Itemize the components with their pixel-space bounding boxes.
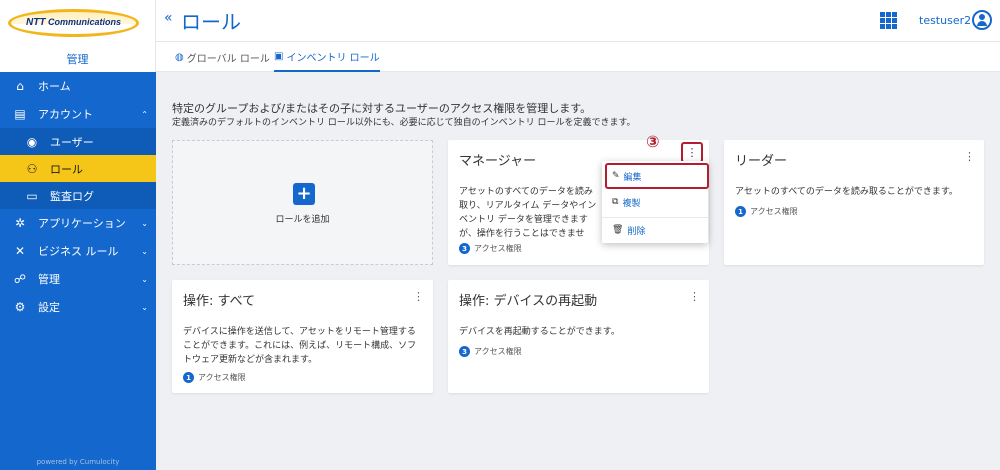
access-count: 3 アクセス権限 (459, 346, 522, 357)
sidebar-item-label: アカウント (38, 108, 93, 121)
globe-icon: ◍ (175, 51, 184, 63)
sidebar-item-label: ロール (50, 162, 83, 176)
role-actions-menu: ✎ 編集 ⧉ 複製 🗑 削除 (602, 161, 709, 243)
accounts-icon: ▤ (14, 107, 26, 121)
sidebar-item-settings[interactable]: ⚙ 設定 ⌄ (0, 293, 156, 321)
access-count-badge: 3 (459, 243, 470, 254)
highlight-box (605, 163, 709, 189)
access-count-badge: 1 (735, 206, 746, 217)
sidebar-item-home[interactable]: ⌂ ホーム (0, 72, 156, 100)
chevron-up-icon: ⌃ (141, 109, 148, 119)
sidebar-item-management[interactable]: ☍ 管理 ⌄ (0, 265, 156, 293)
more-options-icon[interactable]: ⋮ (689, 290, 700, 303)
accounts-submenu: ◉ ユーザー ⚇ ロール ▭ 監査ログ (0, 128, 156, 209)
sidebar-item-label: アプリケーション (38, 217, 126, 230)
sidebar-item-roles[interactable]: ⚇ ロール (0, 155, 156, 182)
sidebar-item-applications[interactable]: ✲ アプリケーション ⌄ (0, 209, 156, 237)
access-label: アクセス権限 (474, 347, 522, 356)
chevron-down-icon: ⌄ (141, 218, 148, 228)
tab-inventory-roles[interactable]: ▣ インベントリ ロール (274, 42, 380, 72)
roles-icon: ⚇ (26, 161, 38, 176)
role-title: リーダー (735, 154, 788, 169)
top-header: « ロール testuser2 (156, 0, 1000, 42)
access-count: 3 アクセス権限 (459, 243, 522, 254)
tab-label: インベントリ ロール (286, 52, 380, 64)
access-count-badge: 1 (183, 372, 194, 383)
app-section-label: 管理 (66, 53, 89, 66)
role-title: マネージャー (459, 154, 537, 169)
settings-icon: ⚙ (14, 300, 26, 314)
more-options-icon[interactable]: ⋮ (681, 142, 703, 163)
brand-logo-text: NTT Communications (26, 17, 121, 28)
sidebar-item-users[interactable]: ◉ ユーザー (0, 128, 156, 155)
management-icon: ☍ (13, 272, 27, 286)
menu-item-copy[interactable]: ⧉ 複製 (602, 189, 708, 215)
role-card-operations-all: 操作: すべて ⋮ デバイスに操作を送信して、アセットをリモート管理することがで… (172, 280, 433, 393)
main-content: 特定のグループおよび/またはその子に対するユーザーのアクセス権限を管理します。 … (156, 72, 1000, 470)
chevron-down-icon: ⌄ (141, 302, 148, 312)
copy-icon: ⧉ (612, 197, 619, 207)
tab-label: グローバル ロール (186, 53, 270, 65)
role-description: デバイスを再起動することができます。 (459, 327, 620, 337)
brand-logo[interactable]: NTT Communications (8, 9, 139, 37)
tab-bar: ◍ グローバル ロール ▣ インベントリ ロール (156, 42, 1000, 72)
id-card-icon: ▣ (274, 50, 284, 62)
menu-item-label: 削除 (627, 226, 646, 237)
access-label: アクセス権限 (474, 244, 522, 253)
sidebar-item-audit-log[interactable]: ▭ 監査ログ (0, 182, 156, 209)
chevron-down-icon: ⌄ (141, 274, 148, 284)
audit-log-icon: ▭ (26, 188, 38, 203)
business-rules-icon: ✕ (14, 244, 26, 258)
user-account-icon[interactable] (972, 10, 992, 30)
collapse-sidebar-button[interactable]: « (164, 10, 173, 26)
sidebar-item-accounts[interactable]: ▤ アカウント ⌃ (0, 100, 156, 128)
sidebar-item-label: ビジネス ルール (38, 245, 119, 258)
access-label: アクセス権限 (198, 373, 246, 382)
role-card-operations-restart: 操作: デバイスの再起動 ⋮ デバイスを再起動することができます。 3 アクセス… (448, 280, 709, 393)
sidebar: NTT Communications 管理 ⌂ ホーム ▤ アカウント ⌃ ◉ … (0, 0, 156, 470)
trash-icon: 🗑 (612, 225, 624, 235)
user-icon: ◉ (26, 134, 38, 149)
add-role-card[interactable]: + ロールを追加 (172, 140, 433, 265)
role-title: 操作: デバイスの再起動 (459, 294, 598, 309)
access-label: アクセス権限 (750, 207, 798, 216)
chevron-down-icon: ⌄ (141, 246, 148, 256)
page-description: 特定のグループおよび/またはその子に対するユーザーのアクセス権限を管理します。 (172, 102, 592, 115)
role-card-reader: リーダー ⋮ アセットのすべてのデータを読み取ることができます。 1 アクセス権… (724, 140, 984, 265)
sidebar-item-label: 管理 (38, 273, 60, 286)
role-description: アセットのすべてのデータを読み取り、リアルタイム データやインベントリ データを… (459, 187, 597, 239)
access-count-badge: 3 (459, 346, 470, 357)
username[interactable]: testuser2 (919, 14, 971, 27)
role-description: アセットのすべてのデータを読み取ることができます。 (735, 187, 958, 197)
sidebar-item-label: ユーザー (50, 135, 94, 149)
role-title: 操作: すべて (183, 294, 256, 309)
page-title: ロール (181, 10, 241, 34)
sidebar-item-business-rules[interactable]: ✕ ビジネス ルール ⌄ (0, 237, 156, 265)
powered-by-footer: powered by Cumulocity (36, 458, 120, 466)
applications-icon: ✲ (14, 216, 26, 230)
plus-icon: + (293, 183, 315, 205)
sidebar-item-label: 設定 (38, 301, 60, 314)
logo-area: NTT Communications 管理 (0, 0, 156, 72)
home-icon: ⌂ (16, 79, 24, 93)
sidebar-item-label: ホーム (38, 80, 71, 93)
more-options-icon[interactable]: ⋮ (964, 150, 975, 163)
app-switcher-icon[interactable] (880, 12, 897, 29)
sidebar-item-label: 監査ログ (50, 189, 94, 203)
add-role-label: ロールを追加 (275, 215, 330, 225)
menu-item-delete[interactable]: 🗑 削除 (602, 217, 708, 243)
step-marker: ③ (646, 132, 660, 151)
page-subdescription: 定義済みのデフォルトのインベントリ ロール以外にも、必要に応じて独自のインベント… (172, 118, 636, 128)
sidebar-nav: ⌂ ホーム ▤ アカウント ⌃ ◉ ユーザー ⚇ ロール ▭ 監査ログ ✲ アプ… (0, 72, 156, 321)
access-count: 1 アクセス権限 (183, 372, 246, 383)
tab-global-roles[interactable]: ◍ グローバル ロール (175, 42, 270, 72)
menu-item-label: 複製 (622, 198, 641, 209)
more-options-icon[interactable]: ⋮ (413, 290, 424, 303)
access-count: 1 アクセス権限 (735, 206, 798, 217)
role-description: デバイスに操作を送信して、アセットをリモート管理することができます。これには、例… (183, 327, 417, 365)
